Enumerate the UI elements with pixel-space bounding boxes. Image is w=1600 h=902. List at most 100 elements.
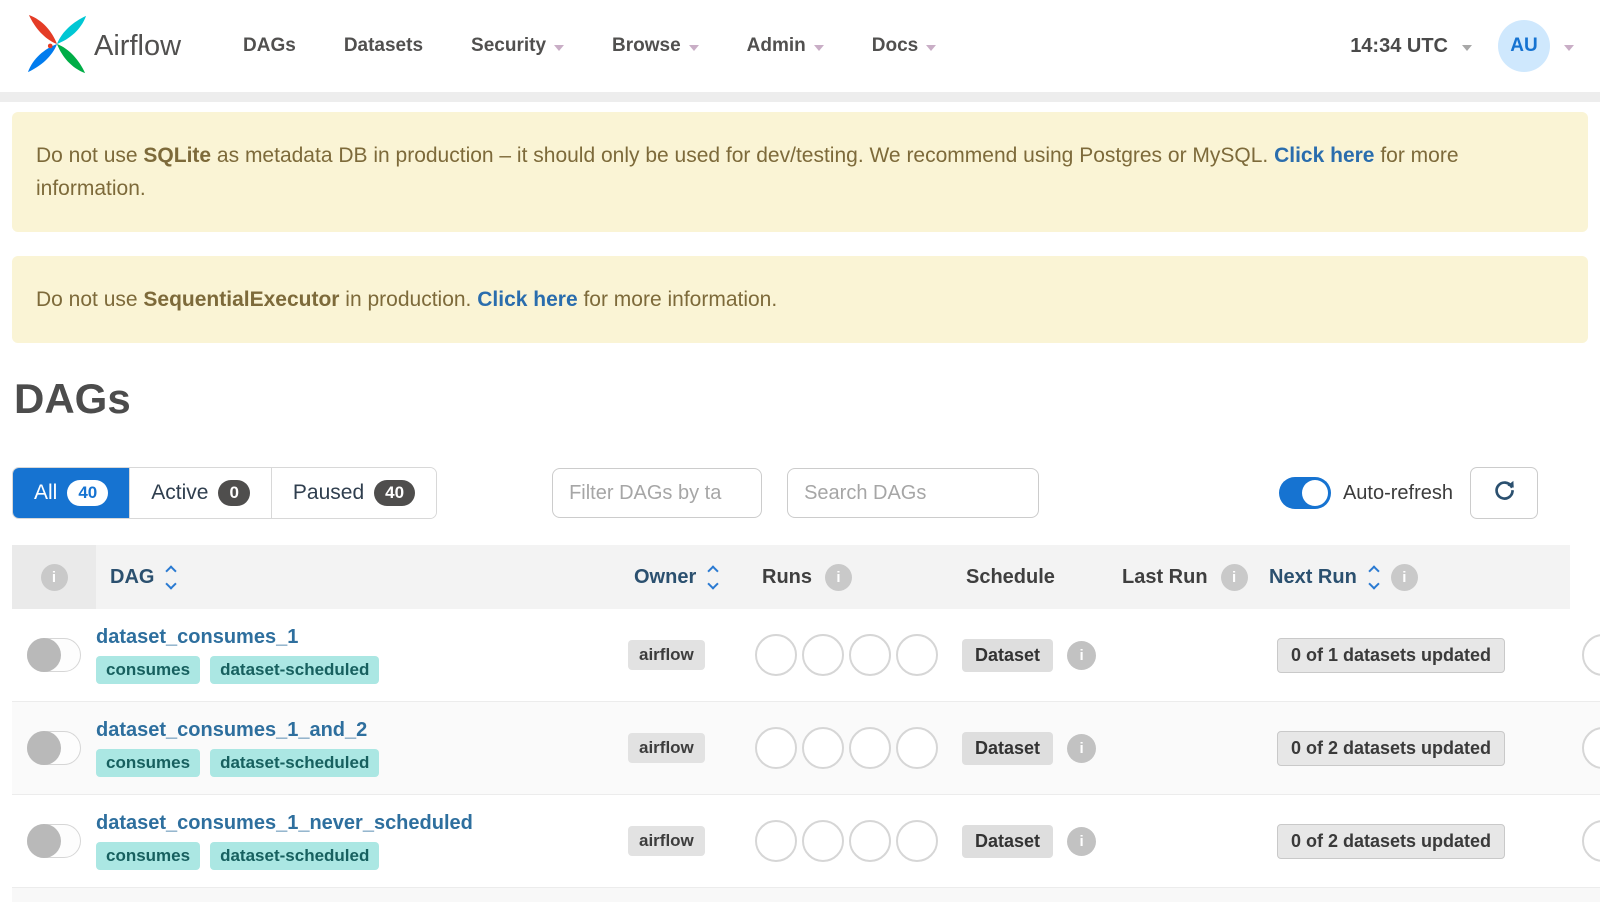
nav-item-datasets[interactable]: Datasets	[344, 35, 423, 57]
owner-badge[interactable]: airflow	[628, 733, 705, 763]
airflow-logo-icon	[26, 13, 88, 80]
header-next-run[interactable]: Next Run i	[1255, 545, 1570, 609]
filter-row: All 40 Active 0 Paused 40 Auto-refresh	[12, 467, 1538, 519]
dag-cell: dataset_consumes_1 consumes dataset-sche…	[96, 609, 620, 701]
tag-row: consumes dataset-scheduled	[96, 656, 380, 684]
tab-active[interactable]: Active 0	[130, 468, 272, 518]
schedule-cell: Dataset i	[952, 702, 1108, 794]
chevron-down-icon[interactable]	[1564, 44, 1574, 51]
dag-tag[interactable]: consumes	[96, 656, 201, 684]
schedule-badge[interactable]: Dataset	[962, 824, 1054, 858]
clock-dropdown[interactable]: 14:34 UTC	[1350, 35, 1448, 58]
dag-link[interactable]: dataset_consumes_1_and_2	[96, 719, 367, 742]
header-schedule: Schedule	[952, 545, 1108, 609]
alert-text-bold: SQLite	[143, 144, 212, 167]
dag-pause-toggle[interactable]	[27, 638, 81, 672]
airflow-brand[interactable]: Airflow	[26, 13, 181, 80]
auto-refresh-group: Auto-refresh	[1278, 477, 1453, 509]
alert-text: Do not use	[36, 144, 144, 167]
refresh-button[interactable]	[1470, 467, 1538, 519]
nav-item-dags[interactable]: DAGs	[243, 35, 296, 57]
nav-label: Browse	[612, 35, 681, 56]
chevron-down-icon[interactable]	[1462, 44, 1472, 51]
recent-tasks-cell	[1570, 702, 1600, 794]
owner-badge[interactable]: airflow	[628, 826, 705, 856]
run-status-circle[interactable]	[755, 634, 797, 676]
sort-icon[interactable]	[165, 564, 178, 590]
tab-all[interactable]: All 40	[13, 468, 131, 518]
table-header: i DAG Owner Runs i Schedule Last Run i N…	[12, 545, 1600, 609]
auto-refresh-toggle[interactable]	[1278, 477, 1331, 509]
nav-label: DAGs	[243, 35, 296, 56]
table-row: dataset_consumes_1_and_2 consumes datase…	[12, 702, 1600, 795]
run-status-circle[interactable]	[755, 820, 797, 862]
run-status-circle[interactable]	[896, 820, 938, 862]
tab-label: Active	[151, 481, 209, 504]
header-label: Next Run	[1269, 565, 1357, 588]
schedule-badge[interactable]: Dataset	[962, 731, 1054, 765]
run-status-circle[interactable]	[896, 727, 938, 769]
owner-cell: airflow	[620, 702, 748, 794]
sort-icon[interactable]	[1368, 564, 1380, 590]
run-status-circle[interactable]	[849, 727, 891, 769]
main-nav: DAGs Datasets Security Browse Admin Docs	[243, 35, 937, 57]
sqlite-warning-alert: Do not use SQLite as metadata DB in prod…	[12, 112, 1588, 232]
dag-link[interactable]: dataset_consumes_1_never_scheduled	[96, 812, 473, 835]
click-here-link[interactable]: Click here	[1274, 144, 1374, 167]
dag-tag[interactable]: dataset-scheduled	[210, 842, 380, 870]
click-here-link[interactable]: Click here	[477, 288, 577, 311]
header-dag[interactable]: DAG	[96, 545, 620, 609]
search-dags-input[interactable]	[787, 468, 1040, 518]
filter-dags-by-tag-input[interactable]	[552, 468, 763, 518]
owner-badge[interactable]: airflow	[628, 640, 705, 670]
run-status-circle[interactable]	[1582, 820, 1600, 862]
run-status-circle[interactable]	[849, 634, 891, 676]
avatar[interactable]: AU	[1498, 20, 1550, 72]
nav-item-admin[interactable]: Admin	[747, 35, 824, 57]
last-run-cell	[1108, 702, 1255, 794]
run-status-circle[interactable]	[802, 634, 844, 676]
nav-label: Datasets	[343, 35, 424, 56]
run-status-circle[interactable]	[1582, 634, 1600, 676]
sort-icon[interactable]	[707, 564, 719, 590]
pause-cell	[12, 795, 96, 887]
tab-label: All	[34, 481, 58, 504]
dag-tag[interactable]: dataset-scheduled	[210, 656, 380, 684]
last-run-cell	[1108, 795, 1255, 887]
owner-cell: airflow	[620, 609, 748, 701]
chevron-down-icon	[813, 44, 824, 51]
run-status-circle[interactable]	[755, 727, 797, 769]
alerts-section: Do not use SQLite as metadata DB in prod…	[0, 102, 1600, 343]
header-extra-cell	[1570, 545, 1600, 609]
nav-item-security[interactable]: Security	[471, 35, 565, 57]
refresh-icon	[1491, 478, 1518, 508]
tab-count-badge: 0	[218, 480, 250, 506]
tab-label: Paused	[292, 481, 365, 504]
dag-tag[interactable]: dataset-scheduled	[210, 749, 380, 777]
run-status-circle[interactable]	[1582, 727, 1600, 769]
dag-link[interactable]: dataset_consumes_1	[96, 626, 298, 649]
dag-cell: dataset_consumes_1_never_scheduled consu…	[96, 795, 620, 887]
header-owner[interactable]: Owner	[620, 545, 748, 609]
alert-text-bold: SequentialExecutor	[143, 288, 340, 311]
dag-pause-toggle[interactable]	[27, 731, 81, 765]
info-icon: i	[1220, 563, 1248, 591]
run-status-circle[interactable]	[802, 727, 844, 769]
tab-paused[interactable]: Paused 40	[271, 468, 437, 518]
last-run-cell	[1108, 609, 1255, 701]
nav-item-docs[interactable]: Docs	[872, 35, 937, 57]
dag-tag[interactable]: consumes	[96, 749, 201, 777]
run-status-circle[interactable]	[802, 820, 844, 862]
info-icon: i	[1390, 563, 1418, 591]
pause-cell	[12, 609, 96, 701]
run-status-circle[interactable]	[849, 820, 891, 862]
sequential-executor-warning-alert: Do not use SequentialExecutor in product…	[12, 256, 1588, 343]
run-status-circle[interactable]	[896, 634, 938, 676]
chevron-down-icon	[688, 44, 699, 51]
nav-item-browse[interactable]: Browse	[612, 35, 699, 57]
runs-cell	[748, 702, 952, 794]
dag-filter-tabs: All 40 Active 0 Paused 40	[12, 467, 438, 519]
dag-pause-toggle[interactable]	[27, 824, 81, 858]
dag-tag[interactable]: consumes	[96, 842, 201, 870]
schedule-badge[interactable]: Dataset	[962, 638, 1054, 672]
